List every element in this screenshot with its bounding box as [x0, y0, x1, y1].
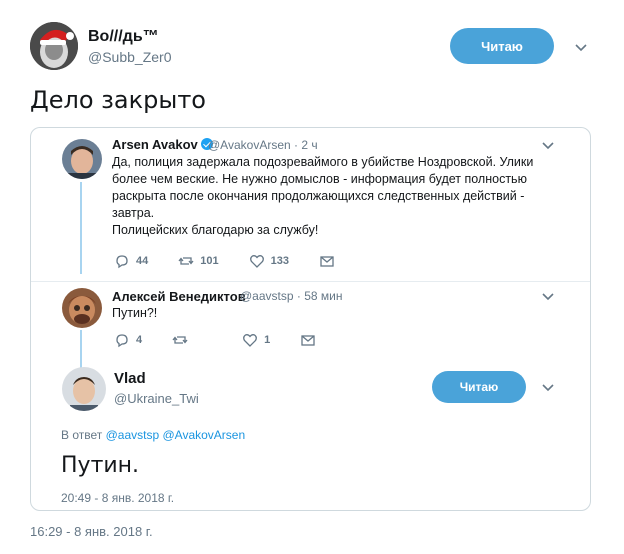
retweet-button[interactable]: 101 — [178, 253, 219, 269]
chevron-down-icon[interactable] — [540, 289, 556, 305]
divider — [31, 281, 590, 282]
tweet-timestamp[interactable]: 16:29 - 8 янв. 2018 г. — [30, 524, 153, 539]
chevron-down-icon[interactable] — [573, 40, 589, 56]
avatar[interactable] — [62, 367, 106, 411]
tweet-text: Да, полиция задержала подозреваймого в у… — [112, 155, 534, 237]
reply-icon — [116, 334, 128, 348]
tweet-handle-time[interactable]: @aavstsp · 58 мин — [240, 289, 342, 303]
reply-icon — [116, 255, 128, 269]
chevron-down-icon[interactable] — [540, 380, 556, 396]
author-handle[interactable]: @Ukraine_Twi — [114, 391, 199, 406]
follow-button[interactable]: Читаю — [450, 28, 554, 64]
tweet-text: Путин?! — [112, 306, 158, 320]
author-name[interactable]: Arsen Avakov — [112, 137, 216, 152]
author-handle[interactable]: @Subb_Zer0 — [88, 49, 171, 65]
follow-button[interactable]: Читаю — [432, 371, 526, 403]
avatar[interactable] — [62, 139, 102, 179]
heart-icon — [243, 334, 258, 347]
retweet-icon — [172, 336, 188, 344]
author-name[interactable]: Vlad — [114, 370, 146, 387]
reply-context: В ответ @aavstsp @AvakovArsen — [61, 428, 246, 442]
avatar[interactable] — [30, 22, 78, 70]
outer-tweet-header: Во///дь™ @Subb_Zer0 Читаю — [30, 22, 600, 74]
thread-connector — [80, 182, 82, 274]
reply-mentions[interactable]: @aavstsp @AvakovArsen — [106, 428, 246, 442]
message-button[interactable] — [300, 332, 316, 348]
chevron-down-icon[interactable] — [540, 138, 556, 154]
envelope-icon — [320, 256, 334, 267]
avatar[interactable] — [62, 288, 102, 328]
like-button[interactable]: 1 — [242, 332, 270, 348]
envelope-icon — [301, 335, 315, 346]
heart-icon — [249, 255, 264, 268]
tweet-timestamp[interactable]: 20:49 - 8 янв. 2018 г. — [61, 491, 174, 505]
reply-button[interactable]: 4 — [114, 332, 142, 348]
like-button[interactable]: 133 — [249, 253, 289, 269]
tweet-text: Путин. — [61, 453, 140, 478]
retweet-icon — [178, 257, 194, 265]
reply-button[interactable]: 44 — [114, 253, 148, 269]
tweet-actions: 44 101 133 — [114, 252, 365, 270]
tweet-handle-time[interactable]: @AvakovArsen · 2 ч — [208, 138, 318, 152]
retweet-button[interactable] — [172, 332, 188, 348]
author-name[interactable]: Алексей Венедиктов — [112, 289, 246, 304]
tweet-text: Дело закрыто — [30, 86, 206, 114]
tweet-actions: 4 1 — [114, 331, 346, 349]
message-button[interactable] — [319, 253, 335, 269]
author-name[interactable]: Во///дь™ — [88, 28, 159, 46]
